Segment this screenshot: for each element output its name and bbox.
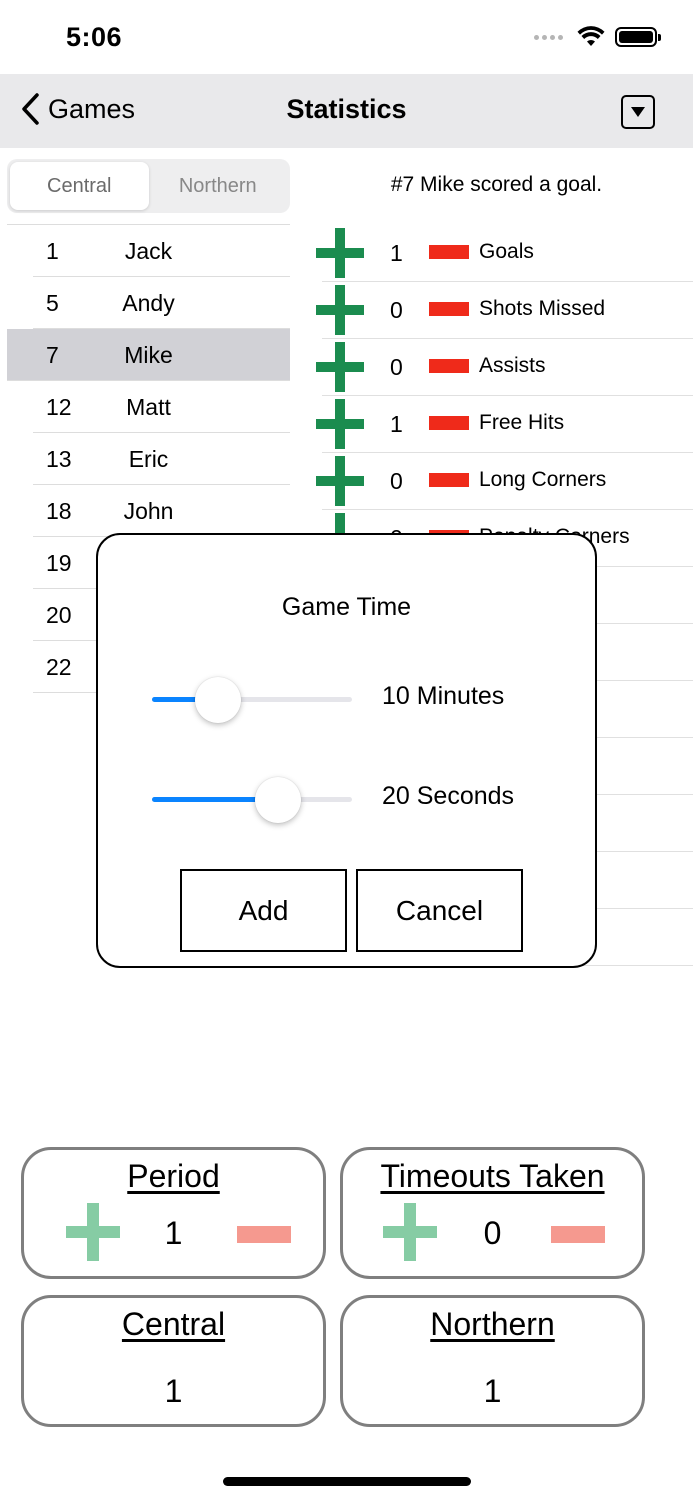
stat-label: Long Corners [479, 468, 607, 491]
player-name: Andy [122, 290, 175, 316]
period-title: Period [127, 1158, 220, 1194]
stat-row: 0 Shots Missed [316, 282, 693, 339]
player-row[interactable]: 13 Eric [33, 433, 290, 485]
navigation-bar: Games Statistics [0, 74, 693, 148]
decrement-minus-icon[interactable] [429, 359, 469, 373]
central-title: Central [121, 1306, 226, 1342]
stat-row: 1 Goals [316, 225, 693, 282]
period-card: Period 1 [21, 1147, 326, 1279]
player-name: Matt [126, 394, 171, 420]
page-title: Statistics [286, 94, 407, 124]
stat-value: 0 [390, 354, 403, 380]
player-name: Eric [128, 446, 169, 472]
decrement-minus-icon[interactable] [429, 416, 469, 430]
battery-icon [615, 27, 661, 47]
event-message: #7 Mike scored a goal. [390, 173, 603, 196]
dialog-title: Game Time [281, 593, 412, 621]
timeouts-title: Timeouts Taken [380, 1158, 605, 1194]
segment-northern[interactable]: Northern [149, 162, 288, 210]
add-button[interactable]: Add [180, 869, 347, 952]
increment-plus-icon[interactable] [316, 456, 364, 506]
player-row[interactable]: 12 Matt [33, 381, 290, 433]
minutes-slider[interactable] [152, 675, 352, 725]
cancel-button[interactable]: Cancel [356, 869, 523, 952]
player-name: Mike [124, 342, 173, 368]
increment-plus-icon[interactable] [316, 285, 364, 335]
signal-icon [534, 34, 563, 40]
player-row[interactable]: 5 Andy [33, 277, 290, 329]
seconds-label: 20 Seconds [382, 782, 515, 810]
player-row[interactable]: 1 Jack [33, 225, 290, 277]
status-bar: 5:06 [0, 0, 693, 74]
stat-value: 1 [390, 411, 403, 437]
stat-value: 1 [390, 240, 403, 266]
stat-row: 0 Assists [316, 339, 693, 396]
player-row-selected[interactable]: 7 Mike [7, 329, 290, 381]
seconds-slider[interactable] [152, 775, 352, 825]
decrement-minus-icon[interactable] [429, 302, 469, 316]
status-time: 5:06 [66, 22, 123, 52]
increment-plus-icon[interactable] [316, 228, 364, 278]
stat-label: Shots Missed [479, 297, 606, 320]
stat-label: Goals [479, 240, 534, 263]
decrement-minus-icon[interactable] [429, 245, 469, 259]
player-name: John [123, 498, 174, 524]
player-row[interactable]: 18 John [33, 485, 290, 537]
player-number: 20 [46, 602, 72, 628]
stat-value: 0 [390, 297, 403, 323]
increment-plus-icon[interactable] [316, 342, 364, 392]
decrement-minus-icon[interactable] [429, 473, 469, 487]
stat-row: 1 Free Hits [316, 396, 693, 453]
stat-label: Assists [479, 354, 546, 377]
slider-thumb[interactable] [195, 677, 241, 723]
timeouts-minus-icon[interactable] [551, 1226, 605, 1243]
stat-row: 0 Long Corners [316, 453, 693, 510]
minutes-label: 10 Minutes [382, 682, 505, 710]
wifi-icon [577, 26, 605, 46]
timeouts-card: Timeouts Taken 0 [340, 1147, 645, 1279]
slider-thumb[interactable] [255, 777, 301, 823]
player-name: Jack [124, 238, 173, 264]
period-minus-icon[interactable] [237, 1226, 291, 1243]
northern-score: 1 [483, 1373, 502, 1409]
team-segmented-control: Central Northern [7, 159, 290, 213]
increment-plus-icon[interactable] [316, 399, 364, 449]
dropdown-triangle-icon [631, 107, 645, 117]
central-score: 1 [164, 1373, 183, 1409]
northern-title: Northern [430, 1306, 555, 1342]
stat-label: Free Hits [479, 411, 565, 434]
stat-value: 0 [390, 468, 403, 494]
game-time-dialog: Game Time 10 Minutes 20 Seconds Add Canc… [96, 533, 597, 968]
dropdown-menu-button[interactable] [621, 95, 655, 129]
status-icons [534, 26, 661, 48]
northern-score-card: Northern 1 [340, 1295, 645, 1427]
segment-central[interactable]: Central [10, 162, 149, 210]
central-score-card: Central 1 [21, 1295, 326, 1427]
home-indicator [223, 1477, 471, 1486]
player-number: 22 [46, 654, 72, 680]
player-number: 19 [46, 550, 72, 576]
